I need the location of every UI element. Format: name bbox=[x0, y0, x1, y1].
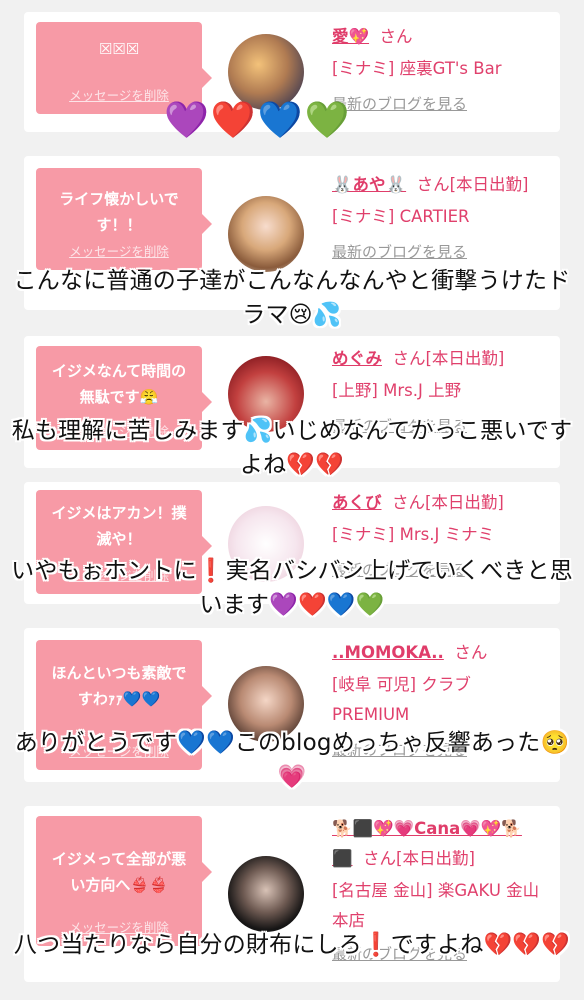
message-bubble: ライフ懐かしいです！！ メッセージを削除 bbox=[36, 168, 212, 270]
hearts-sticker: 💜❤️💙💚 bbox=[164, 100, 352, 141]
avatar[interactable] bbox=[228, 856, 304, 932]
caption-overlay: ありがとうです💙💙このblogめっちゃ反響あった🥺💗 bbox=[14, 730, 570, 790]
message-text: ライフ懐かしいです！！ bbox=[59, 190, 179, 234]
honorific: さん bbox=[379, 27, 413, 46]
location-link[interactable]: [岐阜 可児] クラブ PREMIUM bbox=[332, 670, 542, 730]
profile-name-link[interactable]: 🐰あや🐰 bbox=[332, 175, 406, 194]
delete-message-link[interactable]: メッセージを削除 bbox=[36, 241, 202, 260]
location-link[interactable]: [ミナミ] Mrs.J ミナミ bbox=[332, 520, 550, 550]
location-link[interactable]: [名古屋 金山] 楽GAKU 金山本店 bbox=[332, 876, 542, 936]
profile-name-link[interactable]: 愛💖 bbox=[332, 27, 369, 46]
avatar[interactable] bbox=[228, 34, 304, 110]
profile-name-link[interactable]: めぐみ bbox=[332, 349, 382, 368]
profile-info: 🐰あや🐰 さん[本日出勤] [ミナミ] CARTIER 最新のブログを見る bbox=[332, 170, 550, 264]
honorific: さん[本日出勤] bbox=[392, 493, 504, 512]
honorific: さん[本日出勤] bbox=[416, 175, 529, 194]
honorific: さん[本日出勤] bbox=[363, 849, 475, 868]
avatar[interactable] bbox=[228, 196, 304, 272]
latest-blog-link[interactable]: 最新のブログを見る bbox=[332, 92, 550, 116]
profile-name-link[interactable]: あくび bbox=[332, 493, 382, 512]
caption-overlay: 私も理解に苦しみます💦いじめなんてかっこ悪いですよね💔💔 bbox=[11, 418, 573, 478]
message-text: イジメなんて時間の無駄です😤 bbox=[51, 362, 187, 406]
honorific: さん bbox=[454, 643, 488, 662]
caption-overlay: 八つ当たりなら自分の財布にしろ❗ですよね💔💔💔 bbox=[13, 932, 571, 958]
latest-blog-link[interactable]: 最新のブログを見る bbox=[332, 240, 550, 264]
location-link[interactable]: [ミナミ] 座裏GT's Bar bbox=[332, 54, 550, 84]
profile-info: 愛💖 さん [ミナミ] 座裏GT's Bar 最新のブログを見る bbox=[332, 22, 550, 116]
location-link[interactable]: [ミナミ] CARTIER bbox=[332, 202, 550, 232]
caption-overlay: いやもぉホントに❗実名バシバシ上げていくべきと思います💜❤️💙💚 bbox=[11, 558, 573, 618]
message-text: ほんといつも素敵ですわｧｧ💙💙 bbox=[51, 664, 187, 708]
caption-overlay: こんなに普通の子達がこんなんなんやと衝撃うけたドラマ😢💦 bbox=[13, 268, 571, 328]
location-link[interactable]: [上野] Mrs.J 上野 bbox=[332, 376, 550, 406]
message-text: イジメはアカン！撲滅や！ bbox=[51, 504, 187, 548]
message-text: イジメって全部が悪い方向へ👙👙 bbox=[51, 850, 187, 894]
message-text: ☒☒☒ bbox=[98, 40, 140, 58]
honorific: さん[本日出勤] bbox=[392, 349, 505, 368]
message-bubble: イジメって全部が悪い方向へ👙👙 メッセージを削除 bbox=[36, 816, 212, 946]
profile-name-link[interactable]: ..MOMOKA.. bbox=[332, 643, 444, 662]
